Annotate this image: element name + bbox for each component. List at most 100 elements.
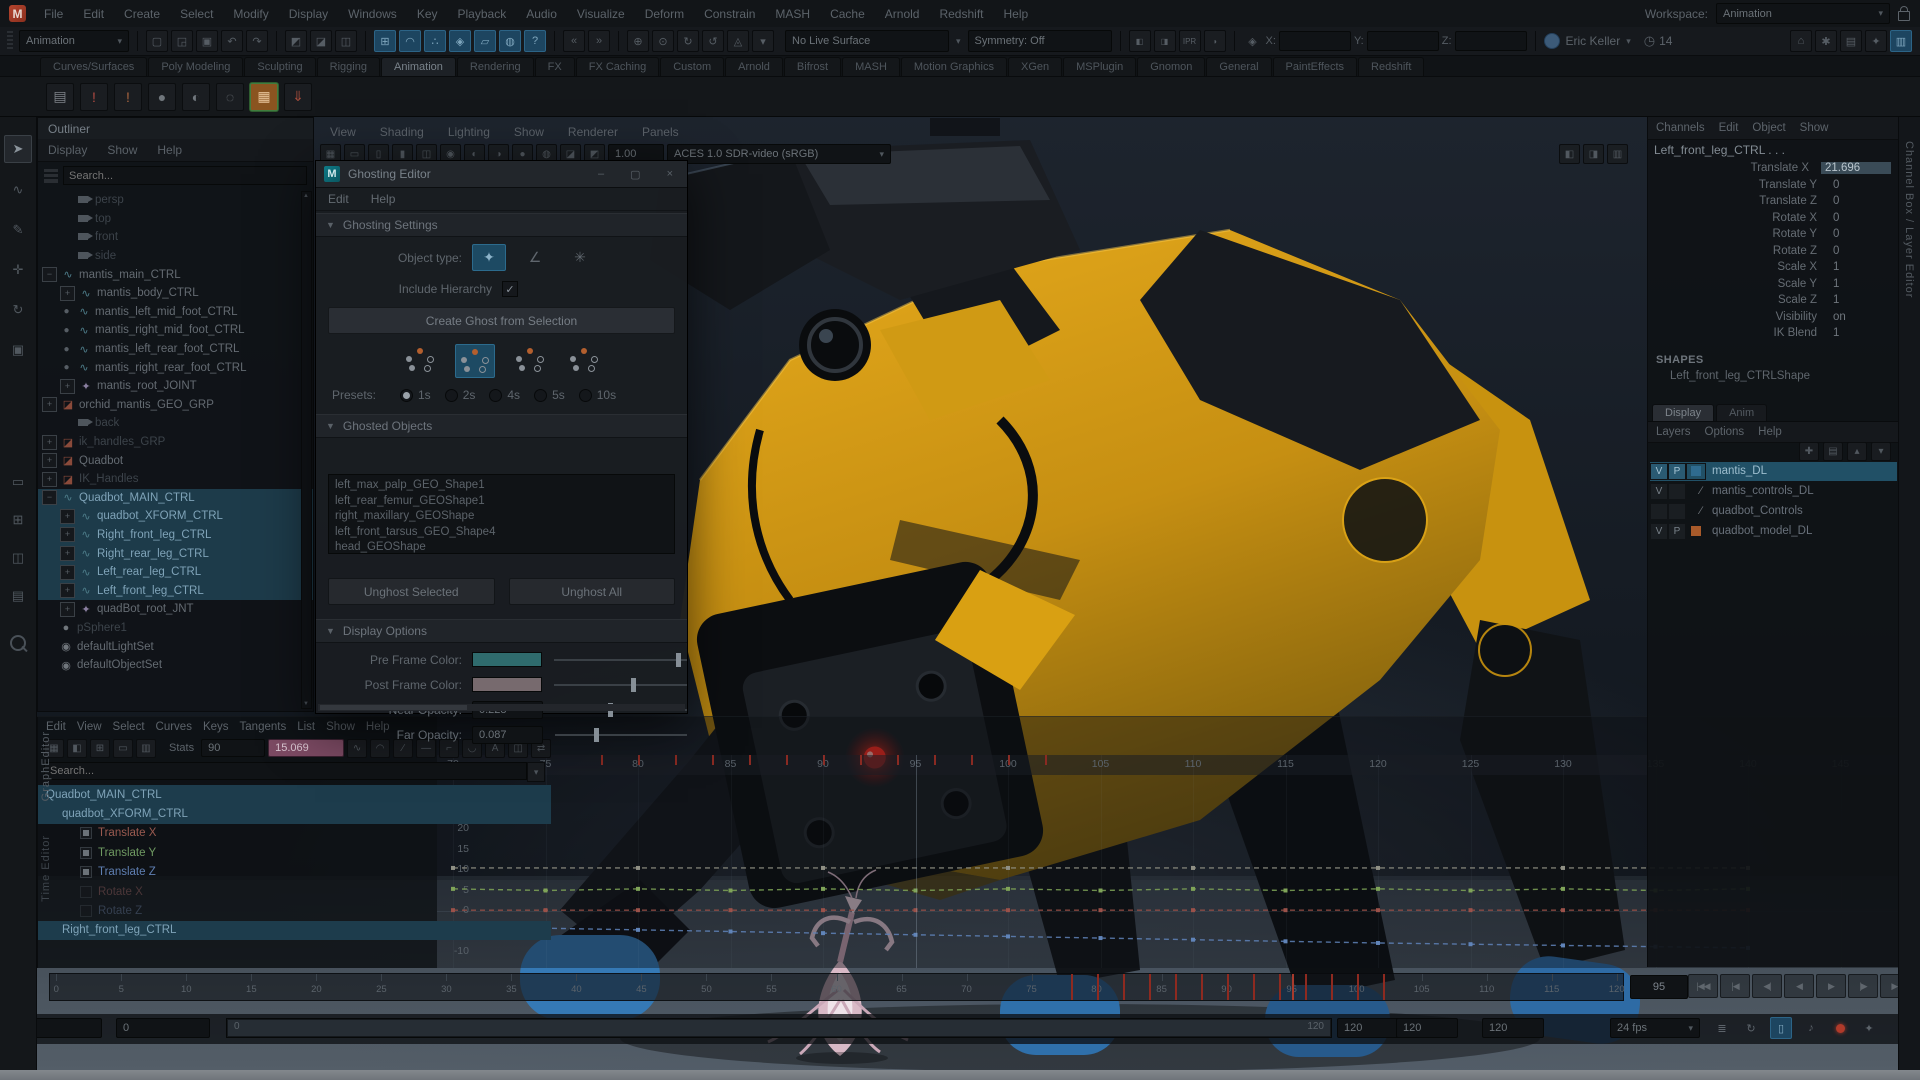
ghost-preset-pattern-3-icon[interactable] xyxy=(511,344,549,376)
menu-set-dropdown[interactable]: Animation ▾ xyxy=(19,30,129,52)
filter-icon[interactable] xyxy=(44,169,58,183)
ghost-preset-pattern-4-icon[interactable] xyxy=(565,344,603,376)
attribute-label[interactable]: Translate Y xyxy=(1648,179,1829,191)
channel-box-menu-item[interactable]: Channels xyxy=(1656,122,1705,134)
slider-handle[interactable] xyxy=(594,728,599,742)
expand-toggle-icon[interactable]: + xyxy=(42,397,57,412)
layer-editor-tab[interactable]: Anim xyxy=(1716,404,1767,421)
shelf-tab[interactable]: Arnold xyxy=(725,57,783,76)
attribute-label[interactable]: Visibility xyxy=(1648,311,1829,323)
attribute-value-field[interactable]: 0 xyxy=(1829,228,1899,240)
channel-checkbox[interactable] xyxy=(80,847,92,859)
layer-visibility-toggle[interactable]: V xyxy=(1650,523,1668,540)
workspace-dropdown[interactable]: Animation ▾ xyxy=(1716,3,1890,24)
coordinate-input[interactable] xyxy=(1279,31,1351,51)
menubar-item[interactable]: Redshift xyxy=(929,7,993,21)
outliner-menu-item[interactable]: Display xyxy=(48,143,87,157)
outliner-item[interactable]: − ∿ Quadbot_MAIN_CTRL xyxy=(38,489,313,508)
chevron-down-icon[interactable]: ▾ xyxy=(527,762,545,782)
close-icon[interactable]: × xyxy=(667,168,673,181)
toolbar-grip[interactable] xyxy=(7,31,13,51)
outliner-item[interactable]: + ∿ quadbot_XFORM_CTRL xyxy=(38,507,313,526)
display-layer-row[interactable]: V P quadbot_model_DL xyxy=(1650,522,1897,541)
move-tool-icon[interactable]: ✛ xyxy=(5,257,31,283)
outliner-item[interactable]: back xyxy=(38,414,313,433)
ghost-preset-pattern-1-icon[interactable] xyxy=(401,344,439,376)
outliner-item[interactable]: ● ∿ mantis_left_rear_foot_CTRL xyxy=(38,340,313,359)
shelf-keydot-icon[interactable]: ● xyxy=(148,83,176,111)
outliner-item[interactable]: side xyxy=(38,247,313,266)
graph-editor-menu-item[interactable]: Curves xyxy=(156,721,192,733)
expand-toggle-icon[interactable]: + xyxy=(60,546,75,561)
menubar-item[interactable]: Visualize xyxy=(567,7,635,21)
unghost-selected-button[interactable]: Unghost Selected xyxy=(328,578,495,605)
user-account[interactable]: Eric Keller ▾ xyxy=(1544,33,1631,49)
expand-toggle-icon[interactable]: + xyxy=(60,527,75,542)
shelf-cycle-icon[interactable]: ◌ xyxy=(216,83,244,111)
viewport-menu-item[interactable]: Show xyxy=(504,125,554,139)
shape-node-name[interactable]: Left_front_leg_CTRLShape xyxy=(1648,370,1899,382)
preset-radio-option[interactable]: 2s xyxy=(431,388,476,402)
expand-toggle-icon[interactable]: − xyxy=(42,490,57,505)
bookmark-icon[interactable]: ▯ xyxy=(1770,1017,1792,1039)
outliner-item[interactable]: ● ∿ mantis_left_mid_foot_CTRL xyxy=(38,303,313,322)
expand-toggle-icon[interactable]: ● xyxy=(60,343,73,356)
shelf-playblast-icon[interactable]: ▤ xyxy=(46,83,74,111)
outliner-item[interactable]: + ✦ quadBot_root_JNT xyxy=(38,600,313,619)
select-tool-icon[interactable]: ➤ xyxy=(4,135,32,163)
channel-checkbox[interactable] xyxy=(80,866,92,878)
playback-end-field[interactable]: 120 xyxy=(1337,1018,1399,1038)
outliner-item[interactable]: + ∿ Left_rear_leg_CTRL xyxy=(38,563,313,582)
paint-select-tool-icon[interactable]: ✎ xyxy=(5,217,31,243)
range-slider-bar[interactable] xyxy=(228,1020,1330,1036)
display-options-header[interactable]: ▼ Display Options xyxy=(316,619,687,643)
expand-toggle-icon[interactable]: + xyxy=(60,379,75,394)
outliner-item[interactable]: + ✦ mantis_root_JOINT xyxy=(38,377,313,396)
four-pane-icon[interactable]: ⊞ xyxy=(5,507,31,533)
graph-tree-item[interactable]: Translate Y xyxy=(38,843,551,862)
layer-type-icon[interactable]: ∕ xyxy=(1686,503,1706,520)
ghost-preset-pattern-2-icon[interactable] xyxy=(455,344,495,378)
layer-editor-menu-item[interactable]: Help xyxy=(1758,426,1782,438)
expand-toggle-icon[interactable]: ● xyxy=(60,324,73,337)
expand-toggle-icon[interactable]: + xyxy=(60,602,75,617)
attribute-value-field[interactable]: 0 xyxy=(1829,179,1899,191)
expand-toggle-icon[interactable]: + xyxy=(42,435,57,450)
panel-grid-icon[interactable]: ▥ xyxy=(1607,144,1628,164)
preset-radio-option[interactable]: 10s xyxy=(565,388,616,402)
snap-center-icon[interactable]: ◈ xyxy=(449,30,471,52)
time-tracker[interactable]: ◷ 14 xyxy=(1644,33,1673,49)
timeline-keyframe-tick[interactable] xyxy=(1331,974,1333,1000)
opacity-value-field[interactable]: 0.087 xyxy=(472,726,543,744)
shelf-tab[interactable]: Sculpting xyxy=(244,57,315,76)
pivot-icon[interactable]: ⊕ xyxy=(627,30,649,52)
shelf-tab[interactable]: Custom xyxy=(660,57,724,76)
option-slider[interactable] xyxy=(554,659,687,661)
expand-toggle-icon[interactable]: + xyxy=(60,509,75,524)
ghosted-object-item[interactable]: left_rear_femur_GEOShape1 xyxy=(335,494,668,510)
shelf-tab[interactable]: Rendering xyxy=(457,57,534,76)
ghost-asterisk-icon[interactable]: ✳ xyxy=(564,245,596,270)
play-backwards-button[interactable]: ◀ xyxy=(1784,974,1814,998)
expand-toggle-icon[interactable] xyxy=(42,621,55,634)
attribute-label[interactable]: Rotate Y xyxy=(1648,228,1829,240)
menubar-item[interactable]: Edit xyxy=(73,7,114,21)
colorspace-dropdown[interactable]: ACES 1.0 SDR-video (sRGB) ▾ xyxy=(667,144,891,164)
coordinate-input[interactable] xyxy=(1455,31,1527,51)
shelf-tab[interactable]: FX xyxy=(535,57,575,76)
timeline-keyframe-tick[interactable] xyxy=(1123,974,1125,1000)
animation-end-field[interactable]: 120 xyxy=(1396,1018,1458,1038)
outliner-item[interactable]: top xyxy=(38,210,313,229)
alt-end-field[interactable]: 120 xyxy=(1482,1018,1544,1038)
humanik-icon[interactable]: ✱ xyxy=(1815,30,1837,52)
preset-radio-option[interactable]: 5s xyxy=(520,388,565,402)
timeline-keyframe-tick[interactable] xyxy=(1227,974,1229,1000)
menubar-item[interactable]: Select xyxy=(170,7,223,21)
shelf-tab[interactable]: Bifrost xyxy=(784,57,841,76)
outliner-item[interactable]: ● pSphere1 xyxy=(38,619,313,638)
layer-editor-tab[interactable]: Display xyxy=(1652,404,1714,421)
new-scene-icon[interactable]: ▢ xyxy=(146,30,168,52)
ghost-locator-icon[interactable]: ✦ xyxy=(472,244,506,271)
preset-radio-option[interactable]: 4s xyxy=(475,388,520,402)
attribute-label[interactable]: Rotate X xyxy=(1648,212,1829,224)
